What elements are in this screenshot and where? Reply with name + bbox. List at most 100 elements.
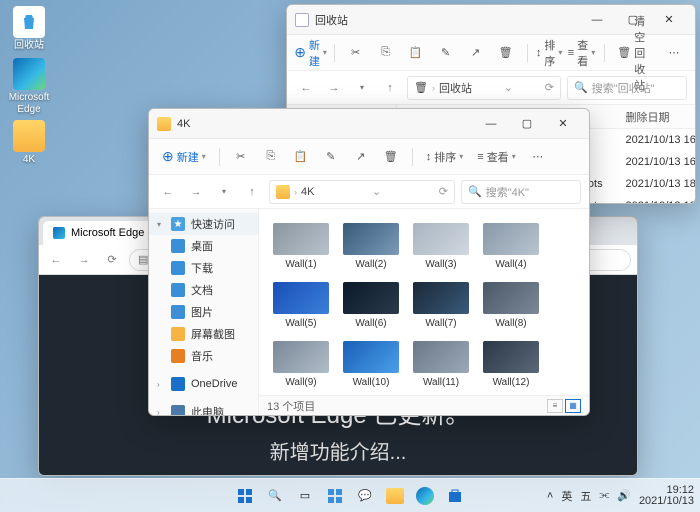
- recent-button[interactable]: ▾: [351, 77, 373, 99]
- edge-refresh-button[interactable]: ⟳: [101, 249, 123, 271]
- view-details-button[interactable]: ≡: [547, 399, 563, 413]
- breadcrumb[interactable]: › 4K ⌄ ⟳: [269, 180, 455, 204]
- cut-button[interactable]: ✂: [343, 40, 369, 66]
- sidebar-quick-access[interactable]: ▾ ★ 快速访问: [149, 213, 258, 235]
- sort-button[interactable]: ↕排序▾: [535, 40, 563, 66]
- sidebar-item-screenshots[interactable]: 屏幕截图: [149, 323, 258, 345]
- taskbar-tray[interactable]: ˄ 英 五 ⫘ 🔊 19:12 2021/10/13: [547, 483, 694, 509]
- thumbnail[interactable]: Wall(5): [273, 282, 329, 329]
- thumbnail[interactable]: Wall(8): [483, 282, 539, 329]
- view-thumbs-button[interactable]: ▦: [565, 399, 581, 413]
- sidebar-group-pc[interactable]: ›此电脑: [149, 401, 258, 415]
- paste-button[interactable]: 📋: [403, 40, 429, 66]
- view-button[interactable]: ≡查看▾: [567, 40, 596, 66]
- ime-mode[interactable]: 五: [580, 488, 591, 504]
- thumbnail[interactable]: Wall(6): [343, 282, 399, 329]
- new-button[interactable]: ⊕新建▾: [295, 40, 326, 66]
- explorer-toolbar: ⊕新建▾ ✂ ⎘ 📋 ✎ ↗ 🗑 ↕排序▾ ≡查看▾ ⋯: [149, 139, 589, 175]
- breadcrumb[interactable]: 🗑› 回收站 ⌄ ⟳: [407, 76, 561, 100]
- desktop-icon-edge[interactable]: Microsoft Edge: [6, 58, 52, 116]
- explorer-taskbar-button[interactable]: [382, 483, 408, 509]
- forward-button[interactable]: →: [185, 181, 207, 203]
- explorer-window[interactable]: 4K ― ▢ ✕ ⊕新建▾ ✂ ⎘ 📋 ✎ ↗ 🗑 ↕排序▾ ≡查看▾ ⋯ ← …: [148, 108, 590, 416]
- sidebar-item-pictures[interactable]: 图片: [149, 301, 258, 323]
- up-button[interactable]: ↑: [379, 77, 401, 99]
- explorer-content[interactable]: Wall(1) Wall(2) Wall(3) Wall(4) Wall(5) Wall(…: [259, 209, 589, 415]
- view-button[interactable]: ≡查看▾: [472, 144, 520, 170]
- music-icon: [171, 349, 185, 363]
- thumbnail[interactable]: Wall(11): [413, 341, 469, 388]
- edge-back-button[interactable]: ←: [45, 249, 67, 271]
- edge-taskbar-button[interactable]: [412, 483, 438, 509]
- sidebar-item-music[interactable]: 音乐: [149, 345, 258, 367]
- widgets-button[interactable]: [322, 483, 348, 509]
- tray-chevron[interactable]: ˄: [547, 483, 553, 509]
- lock-icon: ▤: [138, 253, 148, 266]
- more-button[interactable]: ⋯: [525, 144, 551, 170]
- copy-button[interactable]: ⎘: [373, 40, 399, 66]
- forward-button[interactable]: →: [323, 77, 345, 99]
- rename-button[interactable]: ✎: [318, 144, 344, 170]
- sidebar-group-cloud[interactable]: ›OneDrive: [149, 373, 258, 395]
- copy-button[interactable]: ⎘: [258, 144, 284, 170]
- thumbnail[interactable]: Wall(7): [413, 282, 469, 329]
- edge-icon: [13, 58, 45, 90]
- back-button[interactable]: ←: [295, 77, 317, 99]
- thumbnail[interactable]: Wall(1): [273, 223, 329, 270]
- recycle-bin-icon: [13, 6, 45, 38]
- taskbar[interactable]: 🔍 ▭ 💬 ˄ 英 五 ⫘ 🔊 19:12 2021/10/13: [0, 478, 700, 512]
- thumbnail[interactable]: Wall(12): [483, 341, 539, 388]
- new-button[interactable]: ⊕新建▾: [157, 144, 211, 170]
- thumbnail-image: [413, 282, 469, 314]
- desktop-icon-4k[interactable]: 4K: [6, 120, 52, 166]
- maximize-button[interactable]: ▢: [509, 110, 545, 138]
- explorer-titlebar[interactable]: 4K ― ▢ ✕: [149, 109, 589, 139]
- chat-button[interactable]: 💬: [352, 483, 378, 509]
- start-button[interactable]: [232, 483, 258, 509]
- close-button[interactable]: ✕: [651, 6, 687, 34]
- cut-button[interactable]: ✂: [228, 144, 254, 170]
- clock[interactable]: 19:12 2021/10/13: [639, 485, 694, 507]
- thumbnail[interactable]: Wall(4): [483, 223, 539, 270]
- volume-icon[interactable]: 🔊: [617, 489, 631, 502]
- sidebar-item-desktop[interactable]: 桌面: [149, 235, 258, 257]
- minimize-button[interactable]: ―: [579, 6, 615, 34]
- refresh-icon[interactable]: ⟳: [545, 81, 554, 94]
- share-button[interactable]: ↗: [463, 40, 489, 66]
- rename-button[interactable]: ✎: [433, 40, 459, 66]
- store-taskbar-button[interactable]: [442, 483, 468, 509]
- share-button[interactable]: ↗: [348, 144, 374, 170]
- thumbnail-image: [483, 341, 539, 373]
- recent-button[interactable]: ▾: [213, 181, 235, 203]
- empty-recycle-button[interactable]: 🗑清空回收站: [612, 40, 657, 66]
- folder-icon: [13, 120, 45, 152]
- thumbnail[interactable]: Wall(10): [343, 341, 399, 388]
- sidebar-item-downloads[interactable]: 下载: [149, 257, 258, 279]
- delete-button[interactable]: 🗑: [378, 144, 404, 170]
- back-button[interactable]: ←: [157, 181, 179, 203]
- chevron-down-icon[interactable]: ⌄: [372, 185, 381, 198]
- paste-button[interactable]: 📋: [288, 144, 314, 170]
- thumbnail[interactable]: Wall(3): [413, 223, 469, 270]
- up-button[interactable]: ↑: [241, 181, 263, 203]
- explorer-search[interactable]: 🔍 搜索"4K": [461, 180, 581, 204]
- thumbnail[interactable]: Wall(2): [343, 223, 399, 270]
- recycle-search[interactable]: 🔍 搜索"回收站": [567, 76, 687, 100]
- search-button[interactable]: 🔍: [262, 483, 288, 509]
- thumbnail[interactable]: Wall(9): [273, 341, 329, 388]
- sidebar-item-documents[interactable]: 文档: [149, 279, 258, 301]
- desktop-icon-recycle[interactable]: 回收站: [6, 6, 52, 52]
- delete-button[interactable]: 🗑: [493, 40, 519, 66]
- ime-lang[interactable]: 英: [561, 488, 572, 504]
- edge-tab[interactable]: Microsoft Edge: [43, 221, 154, 245]
- thumbnail-image: [273, 282, 329, 314]
- refresh-icon[interactable]: ⟳: [439, 185, 448, 198]
- edge-forward-button[interactable]: →: [73, 249, 95, 271]
- minimize-button[interactable]: ―: [473, 110, 509, 138]
- chevron-down-icon[interactable]: ⌄: [504, 81, 513, 94]
- network-icon[interactable]: ⫘: [599, 489, 609, 502]
- sort-button[interactable]: ↕排序▾: [421, 144, 469, 170]
- close-button[interactable]: ✕: [545, 110, 581, 138]
- task-view-button[interactable]: ▭: [292, 483, 318, 509]
- more-button[interactable]: ⋯: [661, 40, 687, 66]
